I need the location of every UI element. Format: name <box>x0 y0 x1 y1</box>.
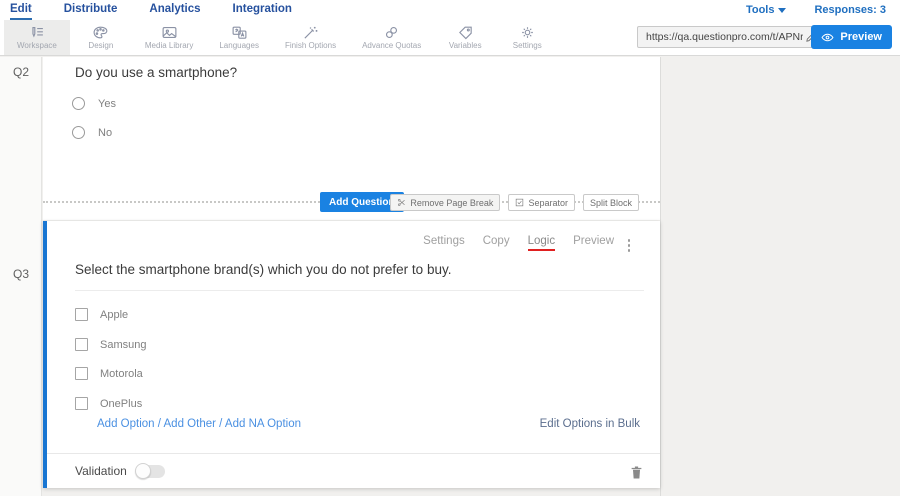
toolbar-item-label: Advance Quotas <box>362 41 421 50</box>
settings-icon <box>519 25 536 40</box>
q3-number-label: Q3 <box>13 267 29 281</box>
separator-label: Separator <box>528 198 568 208</box>
q2-option-no[interactable]: No <box>72 126 112 139</box>
q3-action-copy[interactable]: Copy <box>483 235 510 249</box>
toolbar-item-settings[interactable]: Settings <box>496 20 558 55</box>
q3-option-oneplus[interactable]: OnePlus <box>75 397 142 410</box>
radio-unchecked-icon[interactable] <box>72 97 85 110</box>
q3-action-preview[interactable]: Preview <box>573 235 614 249</box>
q3-question-underline <box>75 290 644 291</box>
toolbar-item-finish-options[interactable]: Finish Options <box>272 20 349 55</box>
eye-icon <box>821 32 834 43</box>
add-na-option-link[interactable]: Add NA Option <box>225 418 301 430</box>
toolbar-item-languages[interactable]: Languages <box>206 20 272 55</box>
finish-options-icon <box>302 25 319 40</box>
q3-option-samsung[interactable]: Samsung <box>75 338 146 351</box>
radio-unchecked-icon[interactable] <box>72 126 85 139</box>
toolbar-item-label: Settings <box>513 41 542 50</box>
toolbar-item-advance-quotas[interactable]: Advance Quotas <box>349 20 434 55</box>
q3-option-label: Apple <box>100 309 128 321</box>
survey-url-field <box>637 26 823 48</box>
toggle-knob[interactable] <box>135 463 151 479</box>
workspace-icon <box>28 25 45 40</box>
validation-toggle[interactable] <box>136 465 165 478</box>
edit-options-in-bulk-link[interactable]: Edit Options in Bulk <box>540 418 640 430</box>
q3-action-logic[interactable]: Logic <box>528 235 556 251</box>
q3-actions-row: Settings Copy Logic Preview <box>423 235 614 251</box>
tab-edit[interactable]: Edit <box>10 0 32 20</box>
preview-button-label: Preview <box>840 31 882 43</box>
tools-label: Tools <box>746 4 775 16</box>
delete-question-button[interactable] <box>630 465 643 485</box>
q2-number-label: Q2 <box>13 65 29 79</box>
media-library-icon <box>161 25 178 40</box>
q3-option-apple[interactable]: Apple <box>75 308 128 321</box>
toolbar-item-label: Media Library <box>145 41 193 50</box>
q3-add-links: Add Option / Add Other / Add NA Option <box>97 418 301 430</box>
validation-label: Validation <box>75 464 127 478</box>
checkbox-unchecked-icon[interactable] <box>75 367 88 380</box>
q2-option-label: Yes <box>98 98 116 110</box>
q2-option-label: No <box>98 127 112 139</box>
q2-option-yes[interactable]: Yes <box>72 97 116 110</box>
toolbar-item-workspace[interactable]: Workspace <box>4 20 70 55</box>
toolbar-item-design[interactable]: Design <box>70 20 132 55</box>
variables-icon <box>457 25 474 40</box>
toolbar-item-label: Variables <box>449 41 482 50</box>
q2-question-text[interactable]: Do you use a smartphone? <box>75 65 237 80</box>
tab-distribute[interactable]: Distribute <box>64 0 118 20</box>
q3-more-options-kebab-icon[interactable] <box>626 237 633 254</box>
q3-option-motorola[interactable]: Motorola <box>75 367 143 380</box>
checkbox-checked-icon <box>515 198 524 207</box>
q3-option-label: Motorola <box>100 368 143 380</box>
design-icon <box>92 25 109 40</box>
top-nav-right: Tools Responses: 3 <box>746 4 900 16</box>
remove-page-break-button[interactable]: Remove Page Break <box>390 194 500 211</box>
caret-down-icon <box>778 8 786 13</box>
top-nav-tabs: Edit Distribute Analytics Integration <box>0 0 292 20</box>
survey-url-input[interactable] <box>638 31 805 43</box>
toolbar-item-label: Languages <box>219 41 259 50</box>
q3-question-text[interactable]: Select the smartphone brand(s) which you… <box>75 262 451 277</box>
q3-option-label: Samsung <box>100 339 146 351</box>
checkbox-unchecked-icon[interactable] <box>75 338 88 351</box>
top-nav-bar: Edit Distribute Analytics Integration To… <box>0 0 900 20</box>
split-block-button[interactable]: Split Block <box>583 194 639 211</box>
page-break-row: Add Question Remove Page Break Separator… <box>43 192 660 213</box>
separator-button[interactable]: Separator <box>508 194 575 211</box>
q3-option-label: OnePlus <box>100 398 142 410</box>
scissors-icon <box>397 198 406 207</box>
remove-page-break-label: Remove Page Break <box>410 198 493 208</box>
toolbar-item-label: Workspace <box>17 41 57 50</box>
checkbox-unchecked-icon[interactable] <box>75 397 88 410</box>
content-right-divider <box>660 57 661 496</box>
toolbar-item-variables[interactable]: Variables <box>434 20 496 55</box>
question-number-sidebar: Q2 Q3 <box>0 57 42 496</box>
advance-quotas-icon <box>383 25 400 40</box>
tab-integration[interactable]: Integration <box>233 0 292 20</box>
tab-analytics[interactable]: Analytics <box>149 0 200 20</box>
checkbox-unchecked-icon[interactable] <box>75 308 88 321</box>
add-option-link[interactable]: Add Option <box>97 418 155 430</box>
add-other-link[interactable]: Add Other <box>164 418 216 430</box>
q3-validation-bar: Validation <box>47 453 660 488</box>
split-block-label: Split Block <box>590 198 632 208</box>
languages-icon <box>231 25 248 40</box>
preview-button[interactable]: Preview <box>811 25 892 49</box>
tools-menu[interactable]: Tools <box>746 4 787 16</box>
toolbar-item-label: Design <box>88 41 113 50</box>
page-break-actions: Remove Page Break Separator Split Block <box>390 194 639 211</box>
question-q3-block[interactable]: Settings Copy Logic Preview Select the s… <box>43 221 660 488</box>
responses-link[interactable]: Responses: 3 <box>814 4 886 16</box>
trash-icon <box>630 465 643 480</box>
toolbar-item-media-library[interactable]: Media Library <box>132 20 206 55</box>
q3-action-settings[interactable]: Settings <box>423 235 465 249</box>
toolbar-item-label: Finish Options <box>285 41 336 50</box>
